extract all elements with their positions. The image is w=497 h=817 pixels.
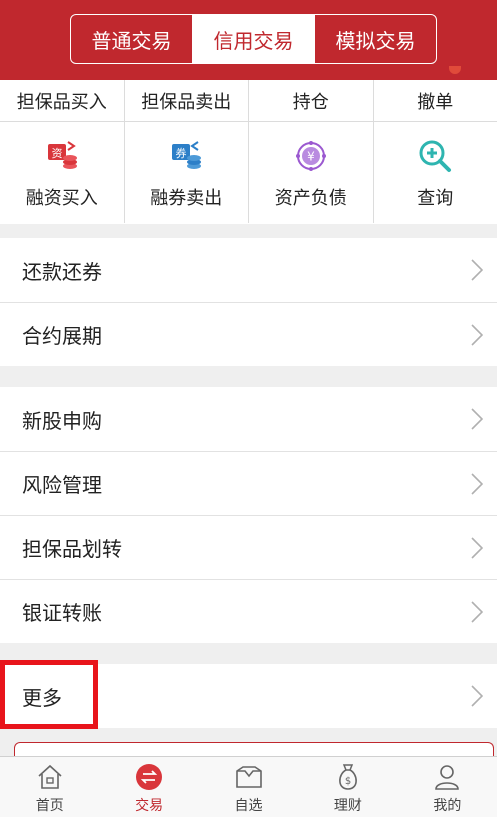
tab-home[interactable]: 首页 bbox=[0, 757, 99, 817]
securities-sell-button[interactable]: 券 融券卖出 bbox=[125, 122, 249, 223]
chevron-right-icon bbox=[471, 259, 483, 281]
tab-normal-trade[interactable]: 普通交易 bbox=[71, 15, 193, 63]
menu-group-1: 还款还券 合约展期 bbox=[0, 238, 497, 366]
chevron-right-icon bbox=[471, 472, 483, 495]
tab-label: 交易 bbox=[135, 798, 164, 814]
trade-icon bbox=[136, 764, 163, 790]
highlight-box bbox=[0, 660, 98, 729]
home-icon bbox=[38, 764, 62, 789]
cancel-order-button[interactable]: 撤单 bbox=[374, 80, 497, 121]
tab-trade[interactable]: 交易 bbox=[99, 757, 198, 817]
menu-item-ipo-subscription[interactable]: 新股申购 bbox=[0, 387, 497, 451]
assets-liabilities-button[interactable]: ¥ 资产负债 bbox=[249, 122, 374, 223]
svg-text:资: 资 bbox=[51, 147, 62, 160]
svg-text:$: $ bbox=[345, 776, 351, 787]
tab-label: 理财 bbox=[333, 798, 362, 814]
collateral-sell-button[interactable]: 担保品卖出 bbox=[125, 80, 249, 121]
menu-item-repay[interactable]: 还款还券 bbox=[0, 238, 497, 302]
menu-item-collateral-transfer[interactable]: 担保品划转 bbox=[0, 515, 497, 579]
user-icon bbox=[435, 765, 460, 790]
menu-item-risk-management[interactable]: 风险管理 bbox=[0, 451, 497, 515]
svg-text:¥: ¥ bbox=[307, 149, 315, 163]
bottom-tab-bar: 首页 交易 自选 $ 理财 我的 bbox=[0, 756, 497, 817]
securities-sell-label: 融券卖出 bbox=[150, 187, 223, 209]
menu-group-2: 新股申购 风险管理 担保品划转 银证转账 bbox=[0, 387, 497, 643]
trade-page: 普通交易 信用交易 模拟交易 担保品买入 担保品卖出 持仓 撤单 资 融资买入 … bbox=[0, 0, 497, 817]
menu-item-label: 还款还券 bbox=[22, 259, 102, 284]
chevron-right-icon bbox=[471, 408, 483, 430]
tab-wealth[interactable]: $ 理财 bbox=[298, 757, 397, 817]
financing-buy-label: 融资买入 bbox=[25, 187, 98, 209]
collateral-buy-button[interactable]: 担保品买入 bbox=[0, 80, 125, 121]
tab-simulated-trade[interactable]: 模拟交易 bbox=[315, 15, 436, 63]
tab-credit-trade[interactable]: 信用交易 bbox=[193, 15, 315, 63]
chevron-right-icon bbox=[471, 685, 483, 707]
tab-label: 自选 bbox=[234, 798, 263, 814]
menu-item-bank-securities-transfer[interactable]: 银证转账 bbox=[0, 579, 497, 643]
tab-label: 首页 bbox=[35, 798, 64, 814]
menu-item-contract-extension[interactable]: 合约展期 bbox=[0, 302, 497, 366]
chevron-right-icon bbox=[471, 600, 483, 623]
tab-mine[interactable]: 我的 bbox=[398, 757, 497, 817]
chevron-right-icon bbox=[471, 536, 483, 559]
tab-label: 我的 bbox=[433, 798, 462, 814]
money-bag-icon: $ bbox=[339, 764, 357, 790]
notification-dot bbox=[449, 66, 461, 74]
header: 普通交易 信用交易 模拟交易 bbox=[0, 0, 497, 80]
assets-liabilities-label: 资产负债 bbox=[274, 187, 347, 209]
positions-button[interactable]: 持仓 bbox=[249, 80, 374, 121]
menu-item-label: 新股申购 bbox=[22, 408, 102, 433]
menu-item-label: 合约展期 bbox=[22, 324, 102, 348]
menu-item-label: 风险管理 bbox=[22, 473, 102, 497]
query-button[interactable]: 查询 bbox=[374, 122, 497, 223]
chevron-right-icon bbox=[471, 323, 483, 346]
menu-item-label: 担保品划转 bbox=[22, 537, 122, 561]
securities-sell-icon: 券 bbox=[166, 136, 206, 176]
menu-item-label: 银证转账 bbox=[22, 601, 102, 625]
svg-text:券: 券 bbox=[176, 146, 187, 160]
watchlist-icon bbox=[235, 766, 262, 788]
financing-buy-button[interactable]: 资 融资买入 bbox=[0, 122, 125, 223]
trade-mode-switch: 普通交易 信用交易 模拟交易 bbox=[70, 14, 437, 64]
search-plus-icon bbox=[415, 136, 455, 176]
quick-actions: 担保品买入 担保品卖出 持仓 撤单 资 融资买入 券 融券卖出 ¥ 资产负债 查… bbox=[0, 80, 497, 224]
tab-watchlist[interactable]: 自选 bbox=[199, 757, 298, 817]
yen-assets-icon: ¥ bbox=[291, 136, 331, 176]
query-label: 查询 bbox=[417, 187, 454, 209]
financing-buy-icon: 资 bbox=[42, 136, 82, 176]
